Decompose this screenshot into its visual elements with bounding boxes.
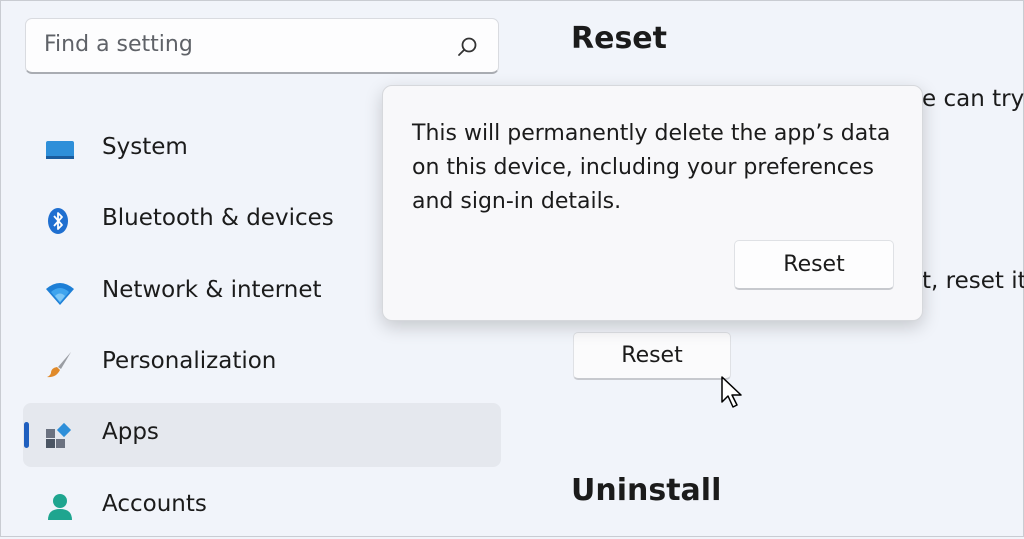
monitor-icon (46, 141, 74, 159)
wifi-icon (46, 283, 74, 305)
sidebar-item-label: Network & internet (102, 277, 322, 303)
flyout-message: This will permanently delete the app’s d… (412, 121, 891, 214)
confirm-reset-button[interactable]: Reset (734, 240, 894, 290)
sidebar-item-apps[interactable]: Apps (23, 403, 501, 467)
search-box[interactable]: Find a setting (25, 18, 499, 74)
sidebar-item-personalization[interactable]: Personalization (23, 332, 501, 396)
person-icon (48, 494, 72, 520)
reset-button[interactable]: Reset (573, 332, 731, 380)
sidebar-item-label: Bluetooth & devices (102, 205, 334, 231)
reset-confirmation-flyout: This will permanently delete the app’s d… (382, 85, 923, 321)
sidebar-item-label: Apps (102, 419, 159, 445)
sidebar-item-label: Personalization (102, 348, 277, 374)
paintbrush-icon (47, 352, 71, 378)
reset-description-fragment: t, reset it. (922, 268, 1024, 294)
reset-section-heading: Reset (571, 21, 667, 56)
sidebar-item-accounts[interactable]: Accounts (23, 475, 501, 539)
reset-description-fragment: e can try t (922, 86, 1024, 112)
sidebar-item-label: System (102, 134, 188, 160)
sidebar-item-label: Accounts (102, 491, 207, 517)
uninstall-section-heading: Uninstall (571, 473, 722, 508)
mouse-pointer-icon (721, 376, 742, 408)
selection-indicator (24, 422, 29, 448)
apps-icon (46, 422, 72, 448)
search-input[interactable]: Find a setting (44, 32, 193, 57)
search-icon[interactable] (456, 36, 478, 58)
bluetooth-icon (48, 208, 68, 234)
